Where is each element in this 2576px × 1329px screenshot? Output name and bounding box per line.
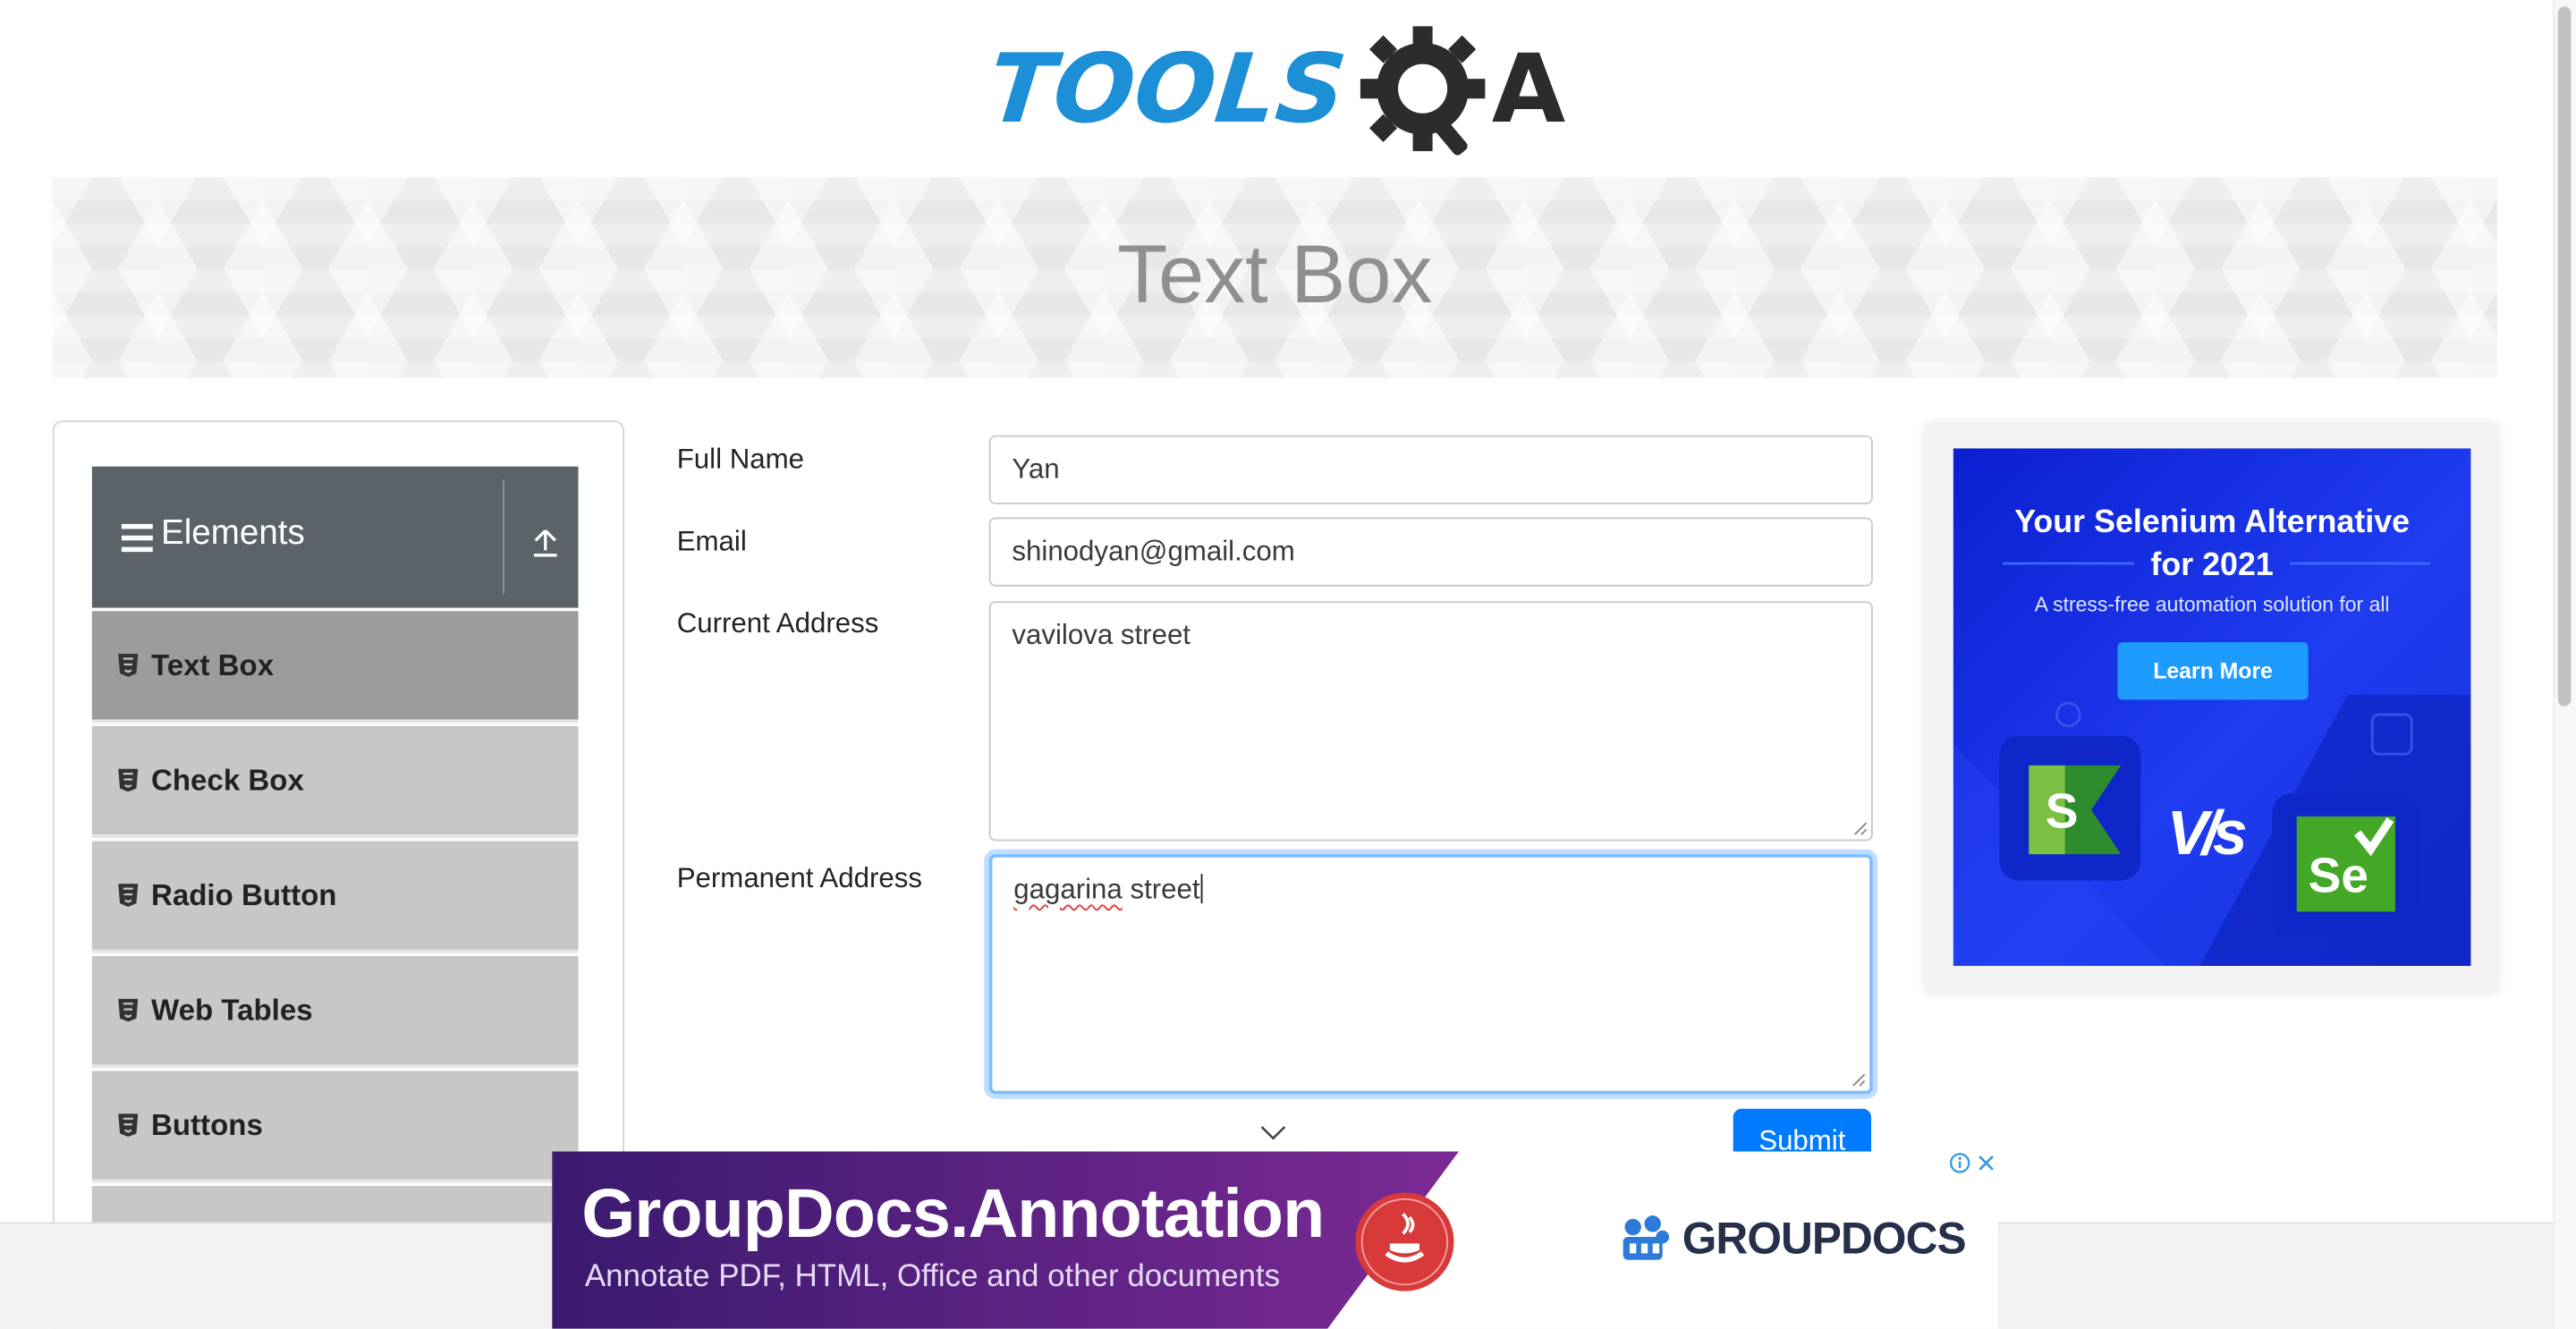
logo-text: TOOLS: [983, 32, 1352, 145]
groupdocs-brand: GROUPDOCS: [1682, 1214, 1967, 1264]
sidebar-group-elements[interactable]: Elements: [91, 466, 579, 608]
ad-title: GroupDocs.Annotation: [581, 1174, 1325, 1252]
ad-subtitle: Annotate PDF, HTML, Office and other doc…: [584, 1259, 1281, 1295]
gear-magnifier-icon: [1360, 26, 1486, 156]
html5-icon: [118, 1113, 139, 1137]
sidebar-item-radio-button[interactable]: Radio Button: [91, 841, 579, 953]
current-address-label: Current Address: [676, 607, 879, 639]
groupdocs-ad[interactable]: GroupDocs.Annotation Annotate PDF, HTML,…: [552, 1151, 1998, 1329]
email-input[interactable]: shinodyan@gmail.com: [988, 517, 1873, 587]
scrollbar-thumb[interactable]: [2557, 6, 2572, 707]
ad-headline: Your Selenium Alternative for 2021: [1953, 501, 2471, 587]
sidebar-group-title: Elements: [160, 513, 305, 553]
permanent-address-value-word2: street: [1130, 874, 1200, 906]
hamburger-icon: [121, 523, 153, 553]
groupdocs-logo-icon: [1623, 1215, 1670, 1260]
java-icon: [1355, 1192, 1454, 1291]
full-name-input[interactable]: Yan: [988, 435, 1873, 504]
html5-icon: [118, 654, 139, 677]
sidebar-item-label: Web Tables: [150, 994, 313, 1027]
sidebar-item-label: Radio Button: [150, 878, 337, 912]
collapse-up-icon[interactable]: [529, 526, 562, 559]
ad-subline: A stress-free automation solution for al…: [2034, 593, 2390, 616]
sidebar-item-label: Buttons: [150, 1108, 263, 1142]
html5-icon: [118, 768, 139, 792]
html5-icon: [118, 884, 139, 907]
page-title: Text Box: [1117, 228, 1433, 321]
ad-right-logo-letter: Se: [2308, 849, 2368, 904]
logo-letter: A: [1491, 32, 1566, 145]
toolsqa-logo[interactable]: TOOLS A: [983, 23, 1568, 161]
sidebar-item-check-box[interactable]: Check Box: [91, 725, 579, 838]
sidebar-item-buttons[interactable]: Buttons: [91, 1071, 579, 1183]
full-name-value: Yan: [1012, 453, 1060, 485]
chevron-down-icon[interactable]: [1258, 1121, 1288, 1144]
page-banner: Text Box: [52, 177, 2497, 378]
sidebar-item-label: Text Box: [150, 648, 275, 682]
ad-vs-text: V/s: [2166, 800, 2248, 869]
text-caret: [1201, 874, 1204, 904]
permanent-address-textarea[interactable]: gagarina street: [988, 854, 1873, 1095]
learn-more-button[interactable]: Learn More: [2117, 642, 2309, 700]
permanent-address-label: Permanent Address: [676, 862, 922, 894]
adchoices-icon[interactable]: [1948, 1151, 1972, 1175]
ad-headline-line1: Your Selenium Alternative: [2014, 504, 2411, 541]
email-label: Email: [676, 525, 747, 557]
current-address-value: vavilova street: [1012, 619, 1191, 651]
close-icon[interactable]: [1974, 1151, 1998, 1175]
sidebar-item-label: Check Box: [150, 764, 304, 797]
sidebar-item-web-tables[interactable]: Web Tables: [91, 955, 579, 1068]
resize-grip-icon[interactable]: [1850, 1071, 1866, 1088]
current-address-textarea[interactable]: vavilova street: [988, 601, 1873, 842]
sidebar-item-text-box[interactable]: Text Box: [91, 611, 579, 724]
ad-headline-line2: for 2021: [2150, 546, 2274, 584]
page: TOOLS A Text Box Elements Text Box Check…: [0, 0, 2576, 1329]
full-name-label: Full Name: [676, 443, 805, 475]
email-value: shinodyan@gmail.com: [1012, 535, 1295, 567]
html5-icon: [118, 998, 139, 1022]
resize-grip-icon[interactable]: [1852, 820, 1868, 836]
permanent-address-value-word1: gagarina: [1013, 874, 1123, 906]
selenium-alternative-ad[interactable]: Your Selenium Alternative for 2021 A str…: [1953, 448, 2471, 966]
divider: [503, 479, 504, 595]
ad-left-logo-letter: S: [2045, 784, 2079, 840]
